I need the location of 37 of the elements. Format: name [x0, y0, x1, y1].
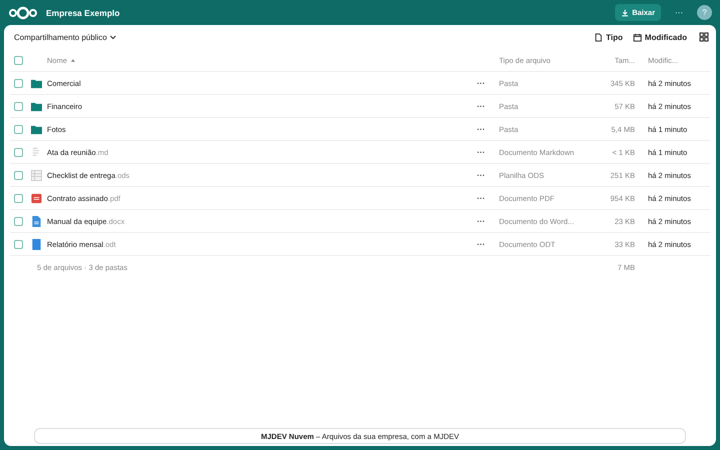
- file-icon: [594, 32, 604, 42]
- actions-button[interactable]: ···: [477, 240, 485, 248]
- folder-icon: [31, 78, 42, 88]
- sort-arrow-icon: [71, 59, 76, 62]
- site-title: Empresa Exemplo: [46, 8, 120, 18]
- row-checkbox[interactable]: [14, 216, 22, 226]
- actions-button[interactable]: ···: [477, 148, 485, 156]
- row-checkbox[interactable]: [14, 240, 22, 248]
- spreadsheet-icon: [31, 170, 42, 180]
- folder-icon: [31, 124, 42, 134]
- actions-button[interactable]: ···: [477, 170, 485, 180]
- grid-view-icon[interactable]: [699, 32, 709, 42]
- document-icon: [31, 238, 42, 250]
- share-menu[interactable]: Compartilhamento público: [10, 32, 117, 42]
- row-checkbox[interactable]: [14, 148, 22, 156]
- folder-icon: [31, 100, 42, 112]
- actions-button[interactable]: ···: [477, 78, 485, 88]
- actions-button[interactable]: ···: [477, 194, 485, 202]
- text-file-icon: [31, 146, 42, 158]
- actions-button[interactable]: ···: [477, 216, 485, 226]
- document-icon: [31, 216, 42, 226]
- chevron-down-icon: [108, 33, 117, 41]
- row-checkbox[interactable]: [14, 170, 22, 180]
- pdf-icon: [31, 192, 42, 204]
- filter-button[interactable]: Tipo: [594, 32, 623, 42]
- row-checkbox[interactable]: [14, 78, 22, 88]
- calendar-icon: [632, 32, 642, 42]
- actions-button[interactable]: ···: [477, 102, 485, 110]
- row-checkbox[interactable]: [14, 102, 22, 110]
- row-checkbox[interactable]: [14, 124, 22, 134]
- more-button[interactable]: ···: [675, 8, 683, 17]
- logo-icon: [8, 6, 38, 20]
- download-icon: [621, 8, 630, 16]
- filter-button[interactable]: Modificado: [632, 32, 687, 42]
- row-checkbox[interactable]: [14, 194, 22, 202]
- select-all-checkbox[interactable]: [14, 56, 22, 64]
- actions-button[interactable]: ···: [477, 124, 485, 134]
